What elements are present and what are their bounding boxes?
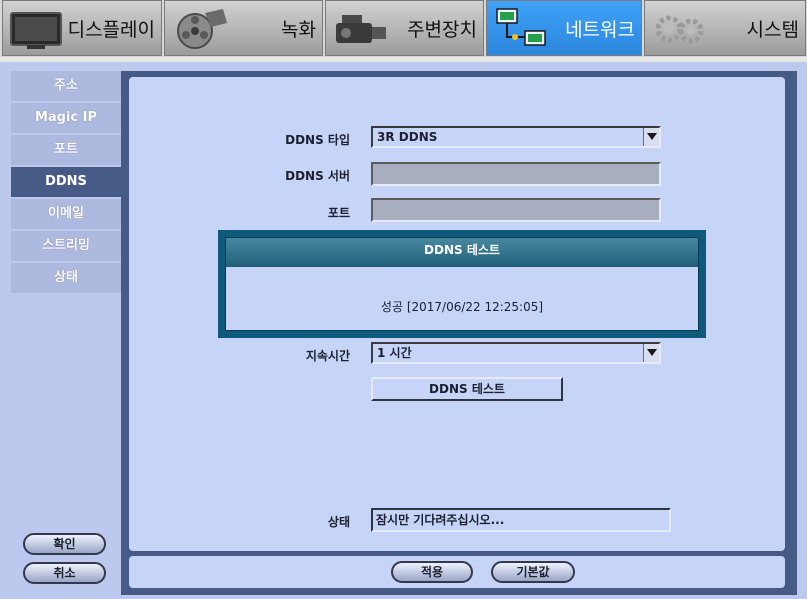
side-menu: 주소 Magic IP 포트 DDNS 이메일 스트리밍 상태	[11, 71, 121, 295]
cancel-button[interactable]: 취소	[23, 562, 106, 584]
chevron-down-icon[interactable]	[643, 344, 659, 362]
network-icon	[493, 7, 551, 51]
gears-icon	[651, 7, 709, 51]
tab-network-label: 네트워크	[565, 19, 635, 41]
tab-system-label: 시스템	[746, 19, 799, 41]
dialog-message: 성공 [2017/06/22 12:25:05]	[380, 300, 544, 314]
tab-display[interactable]: 디스플레이	[2, 0, 162, 56]
ddns-server-label: DDNS 서버	[285, 169, 350, 183]
sidebar-item-ddns[interactable]: DDNS	[11, 167, 121, 197]
apply-button[interactable]: 적용	[391, 561, 473, 583]
port-input[interactable]	[371, 198, 661, 222]
ddns-test-dialog: DDNS 테스트 성공 [2017/06/22 12:25:05]	[218, 230, 706, 338]
film-reel-icon	[171, 7, 229, 51]
sidebar-item-status[interactable]: 상태	[11, 263, 121, 293]
ddns-test-button[interactable]: DDNS 테스트	[371, 377, 563, 401]
ddns-type-label: DDNS 타입	[285, 133, 350, 147]
sidebar-item-email[interactable]: 이메일	[11, 199, 121, 229]
duration-value: 1 시간	[377, 346, 412, 360]
dialog-title: DDNS 테스트	[226, 238, 698, 267]
sidebar-item-port[interactable]: 포트	[11, 135, 121, 165]
top-navigation: 디스플레이 녹화 주변장치 네트워크 시스템	[0, 0, 807, 62]
tab-recording-label: 녹화	[281, 19, 316, 41]
tab-recording[interactable]: 녹화	[164, 0, 323, 56]
ddns-type-value: 3R DDNS	[377, 130, 438, 144]
tab-system[interactable]: 시스템	[644, 0, 806, 56]
port-label: 포트	[327, 206, 350, 220]
sidebar-item-magic-ip[interactable]: Magic IP	[11, 103, 121, 133]
chevron-down-icon[interactable]	[643, 128, 659, 146]
topbar-divider	[0, 57, 807, 62]
ddns-type-select[interactable]: 3R DDNS	[371, 126, 661, 148]
default-button[interactable]: 기본값	[491, 561, 575, 583]
tab-display-label: 디스플레이	[67, 19, 155, 41]
monitor-icon	[9, 7, 67, 51]
status-field: 잠시만 기다려주십시오...	[371, 508, 671, 532]
ddns-server-input[interactable]	[371, 162, 661, 186]
duration-label: 지속시간	[305, 349, 350, 363]
camcorder-icon	[332, 7, 390, 51]
sidebar-item-streaming[interactable]: 스트리밍	[11, 231, 121, 261]
tab-peripherals[interactable]: 주변장치	[325, 0, 484, 56]
sidebar-item-address[interactable]: 주소	[11, 71, 121, 101]
status-label: 상태	[327, 515, 350, 529]
tab-network[interactable]: 네트워크	[486, 0, 642, 56]
duration-select[interactable]: 1 시간	[371, 342, 661, 364]
tab-peripherals-label: 주변장치	[407, 19, 477, 41]
ok-button[interactable]: 확인	[23, 533, 106, 555]
dialog-body: DDNS 테스트 성공 [2017/06/22 12:25:05]	[225, 237, 699, 331]
